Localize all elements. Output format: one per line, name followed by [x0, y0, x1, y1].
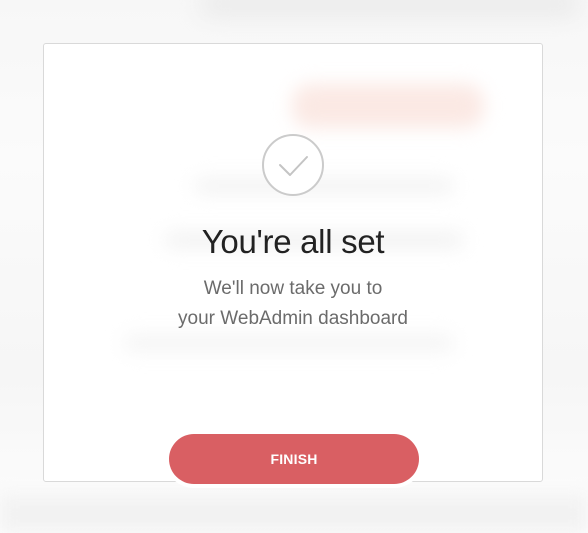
checkmark-icon: [279, 156, 308, 176]
dialog-message: We'll now take you to your WebAdmin dash…: [44, 274, 542, 334]
finish-button[interactable]: FINISH: [169, 434, 419, 484]
dialog-message-line: We'll now take you to: [203, 278, 383, 299]
dialog-title: You're all set: [201, 223, 385, 260]
background-blur-shape: [194, 178, 454, 194]
background-blur-shape: [200, 0, 580, 18]
background-blur-shape: [0, 495, 588, 533]
background-blur-shape: [292, 84, 484, 128]
checkmark-circle-icon: [262, 134, 324, 196]
completion-dialog: You're all set We'll now take you to you…: [43, 43, 543, 482]
dialog-message-line: your WebAdmin dashboard: [178, 308, 408, 329]
background-blur-shape: [124, 334, 454, 352]
